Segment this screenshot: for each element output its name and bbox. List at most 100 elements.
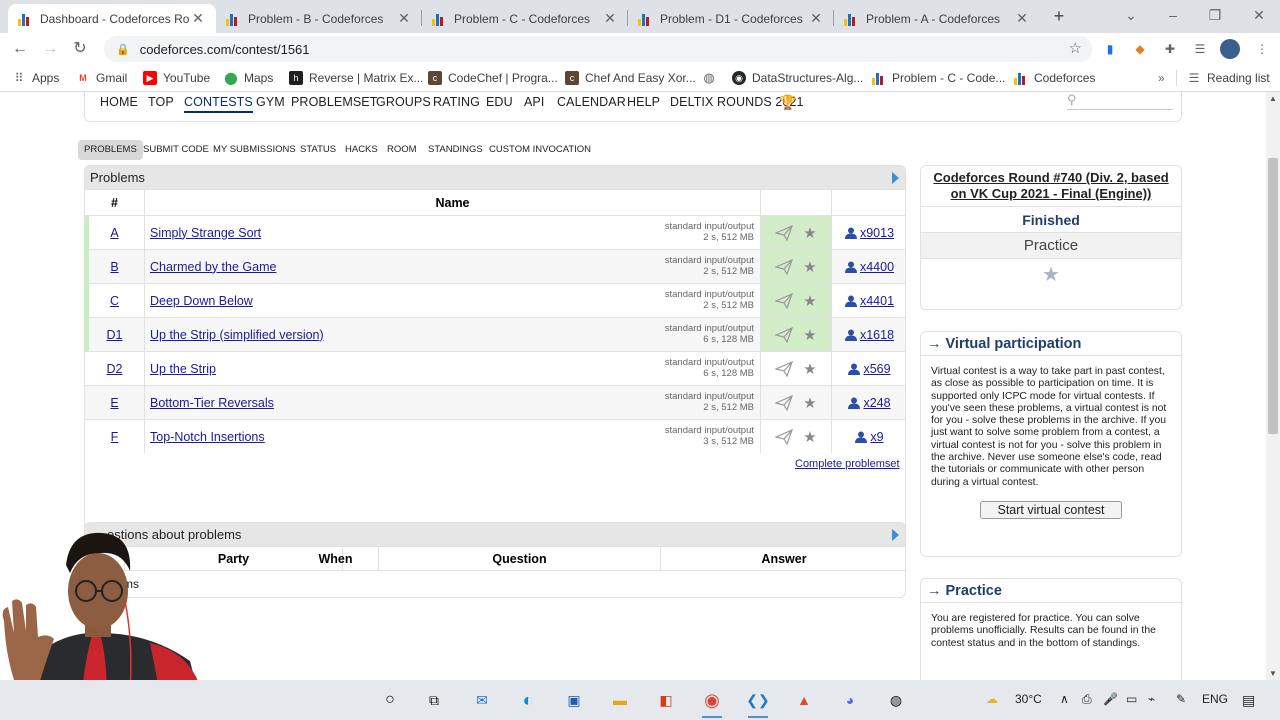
mail-icon[interactable]: ✉ (469, 688, 495, 712)
chrome-icon[interactable]: ◉ (699, 688, 725, 718)
notifications-icon[interactable]: ▤ (1242, 692, 1255, 709)
vscode-icon[interactable]: ❮❯ (745, 688, 771, 718)
address-bar[interactable]: 🔒 codeforces.com/contest/1561 ☆ (104, 36, 1092, 62)
extension-icon[interactable]: ◆ (1132, 41, 1148, 57)
extension-icon[interactable]: ▮ (1102, 41, 1118, 57)
menu-edu[interactable]: EDU (486, 95, 513, 109)
complete-problemset-link[interactable]: Complete problemset (795, 458, 900, 470)
problem-name-link[interactable]: Top-Notch Insertions (150, 430, 265, 444)
microphone-icon[interactable]: 🎤 (1103, 692, 1118, 706)
usb-icon[interactable]: ⎙ (1082, 692, 1092, 707)
submit-paper-plane-icon[interactable] (775, 224, 794, 241)
contest-title-link[interactable]: Codeforces Round #740 (Div. 2, based on … (921, 166, 1181, 206)
problem-name-link[interactable]: Deep Down Below (150, 294, 253, 308)
problem-name-link[interactable]: Up the Strip (150, 362, 216, 376)
bookmark-maps[interactable]: ⬤ Maps (224, 70, 273, 86)
scroll-up-icon[interactable]: ▲ (1269, 94, 1277, 103)
close-icon[interactable]: ✕ (808, 10, 824, 27)
bookmark-problem-c[interactable]: Problem - C - Code... (872, 70, 1005, 86)
store-icon[interactable]: ▣ (561, 688, 587, 712)
subnav-my-submissions[interactable]: MY SUBMISSIONS (207, 140, 302, 160)
problem-index-link[interactable]: C (110, 294, 119, 308)
close-icon[interactable]: ✕ (396, 10, 412, 27)
problem-name-link[interactable]: Charmed by the Game (150, 260, 276, 274)
subnav-room[interactable]: ROOM (381, 140, 423, 160)
network-icon[interactable]: ⌁ (1148, 692, 1155, 706)
menu-api[interactable]: API (524, 95, 544, 109)
submit-paper-plane-icon[interactable] (775, 292, 794, 309)
forward-icon[interactable]: → (39, 38, 61, 60)
window-close-icon[interactable]: ✕ (1244, 4, 1274, 26)
bookmark-globe[interactable]: ◍ (702, 70, 722, 86)
subnav-standings[interactable]: STANDINGS (422, 140, 489, 160)
submit-paper-plane-icon[interactable] (775, 326, 794, 343)
language-indicator[interactable]: ENG (1202, 692, 1228, 706)
temperature-text[interactable]: 30°C (1015, 692, 1042, 706)
vlc-icon[interactable]: ▲ (791, 688, 817, 712)
menu-rating[interactable]: RATING (433, 95, 480, 109)
close-icon[interactable]: ✕ (1014, 10, 1030, 27)
close-icon[interactable]: ✕ (190, 10, 206, 27)
menu-gym[interactable]: GYM (256, 95, 285, 109)
problem-name-link[interactable]: Simply Strange Sort (150, 226, 261, 240)
subnav-hacks[interactable]: HACKS (339, 140, 384, 160)
solved-count-link[interactable]: x4401 (860, 294, 894, 308)
reading-list-button[interactable]: ☰ Reading list (1176, 70, 1270, 86)
back-icon[interactable]: ← (9, 38, 31, 60)
solved-count-link[interactable]: x9013 (860, 226, 894, 240)
menu-problemset[interactable]: PROBLEMSET (291, 95, 377, 109)
expand-arrow-icon[interactable] (892, 172, 899, 184)
close-icon[interactable]: ✕ (602, 10, 618, 27)
tab-problem-a[interactable]: Problem - A - Codeforces ✕ (834, 4, 1040, 33)
bookmark-codechef[interactable]: c CodeChef | Progra... (428, 70, 558, 86)
start-virtual-contest-button[interactable]: Start virtual contest (980, 500, 1122, 519)
bookmark-github[interactable]: ◉ DataStructures-Alg... (732, 70, 863, 86)
bookmark-apps[interactable]: ⠿ Apps (12, 70, 60, 86)
favorite-star-icon[interactable]: ★ (803, 394, 816, 412)
favorite-star-icon[interactable]: ★ (921, 258, 1181, 290)
solved-count-link[interactable]: x9 (870, 430, 883, 444)
reload-icon[interactable]: ↻ (69, 38, 91, 60)
obs-icon[interactable]: ◍ (883, 688, 909, 712)
problem-index-link[interactable]: D1 (107, 328, 123, 342)
bookmark-gmail[interactable]: M Gmail (76, 70, 127, 86)
problem-index-link[interactable]: D2 (107, 362, 123, 376)
tab-problem-c[interactable]: Problem - C - Codeforces ✕ (422, 4, 628, 33)
minimize-icon[interactable]: – (1158, 4, 1188, 26)
favorite-star-icon[interactable]: ★ (803, 258, 816, 276)
menu-dots-icon[interactable]: ⋮ (1254, 41, 1270, 57)
subnav-problems[interactable]: PROBLEMS (78, 140, 143, 160)
problem-name-link[interactable]: Bottom-Tier Reversals (150, 396, 274, 410)
office-icon[interactable]: ◧ (653, 688, 679, 712)
favorite-star-icon[interactable]: ★ (803, 224, 816, 242)
weather-icon[interactable]: ☁ (986, 692, 998, 706)
scroll-down-icon[interactable]: ▼ (1269, 669, 1277, 678)
cortana-icon[interactable]: ○ (377, 688, 403, 712)
tray-chevron-icon[interactable]: ∧ (1060, 692, 1069, 706)
favorite-star-icon[interactable]: ★ (803, 428, 816, 446)
menu-top[interactable]: TOP (148, 95, 174, 109)
puzzle-icon[interactable]: ✚ (1162, 41, 1178, 57)
favorite-star-icon[interactable]: ★ (803, 292, 816, 310)
battery-icon[interactable]: ▭ (1126, 692, 1137, 706)
menu-home[interactable]: HOME (100, 95, 138, 109)
solved-count-link[interactable]: x1618 (860, 328, 894, 342)
menu-contests[interactable]: CONTESTS (184, 95, 253, 113)
avatar[interactable] (1220, 39, 1240, 59)
bookmarks-overflow-icon[interactable]: » (1158, 70, 1165, 86)
favorite-star-icon[interactable]: ★ (803, 360, 816, 378)
problem-index-link[interactable]: A (110, 226, 118, 240)
tab-problem-d1[interactable]: Problem - D1 - Codeforces ✕ (628, 4, 834, 33)
search-input[interactable]: ⚲ (1067, 92, 1173, 110)
problem-index-link[interactable]: F (111, 430, 119, 444)
submit-paper-plane-icon[interactable] (775, 394, 794, 411)
menu-help[interactable]: HELP (627, 95, 660, 109)
reading-list-icon[interactable]: ☰ (1192, 41, 1208, 57)
solved-count-link[interactable]: x569 (863, 362, 890, 376)
bookmark-reverse[interactable]: h Reverse | Matrix Ex... (289, 70, 423, 86)
maximize-icon[interactable]: ❐ (1200, 4, 1230, 26)
menu-calendar[interactable]: CALENDAR (557, 95, 626, 109)
tab-dashboard[interactable]: Dashboard - Codeforces Rou ✕ (8, 4, 216, 33)
bookmark-youtube[interactable]: ▶ YouTube (143, 70, 210, 86)
new-tab-button[interactable]: + (1048, 5, 1070, 27)
